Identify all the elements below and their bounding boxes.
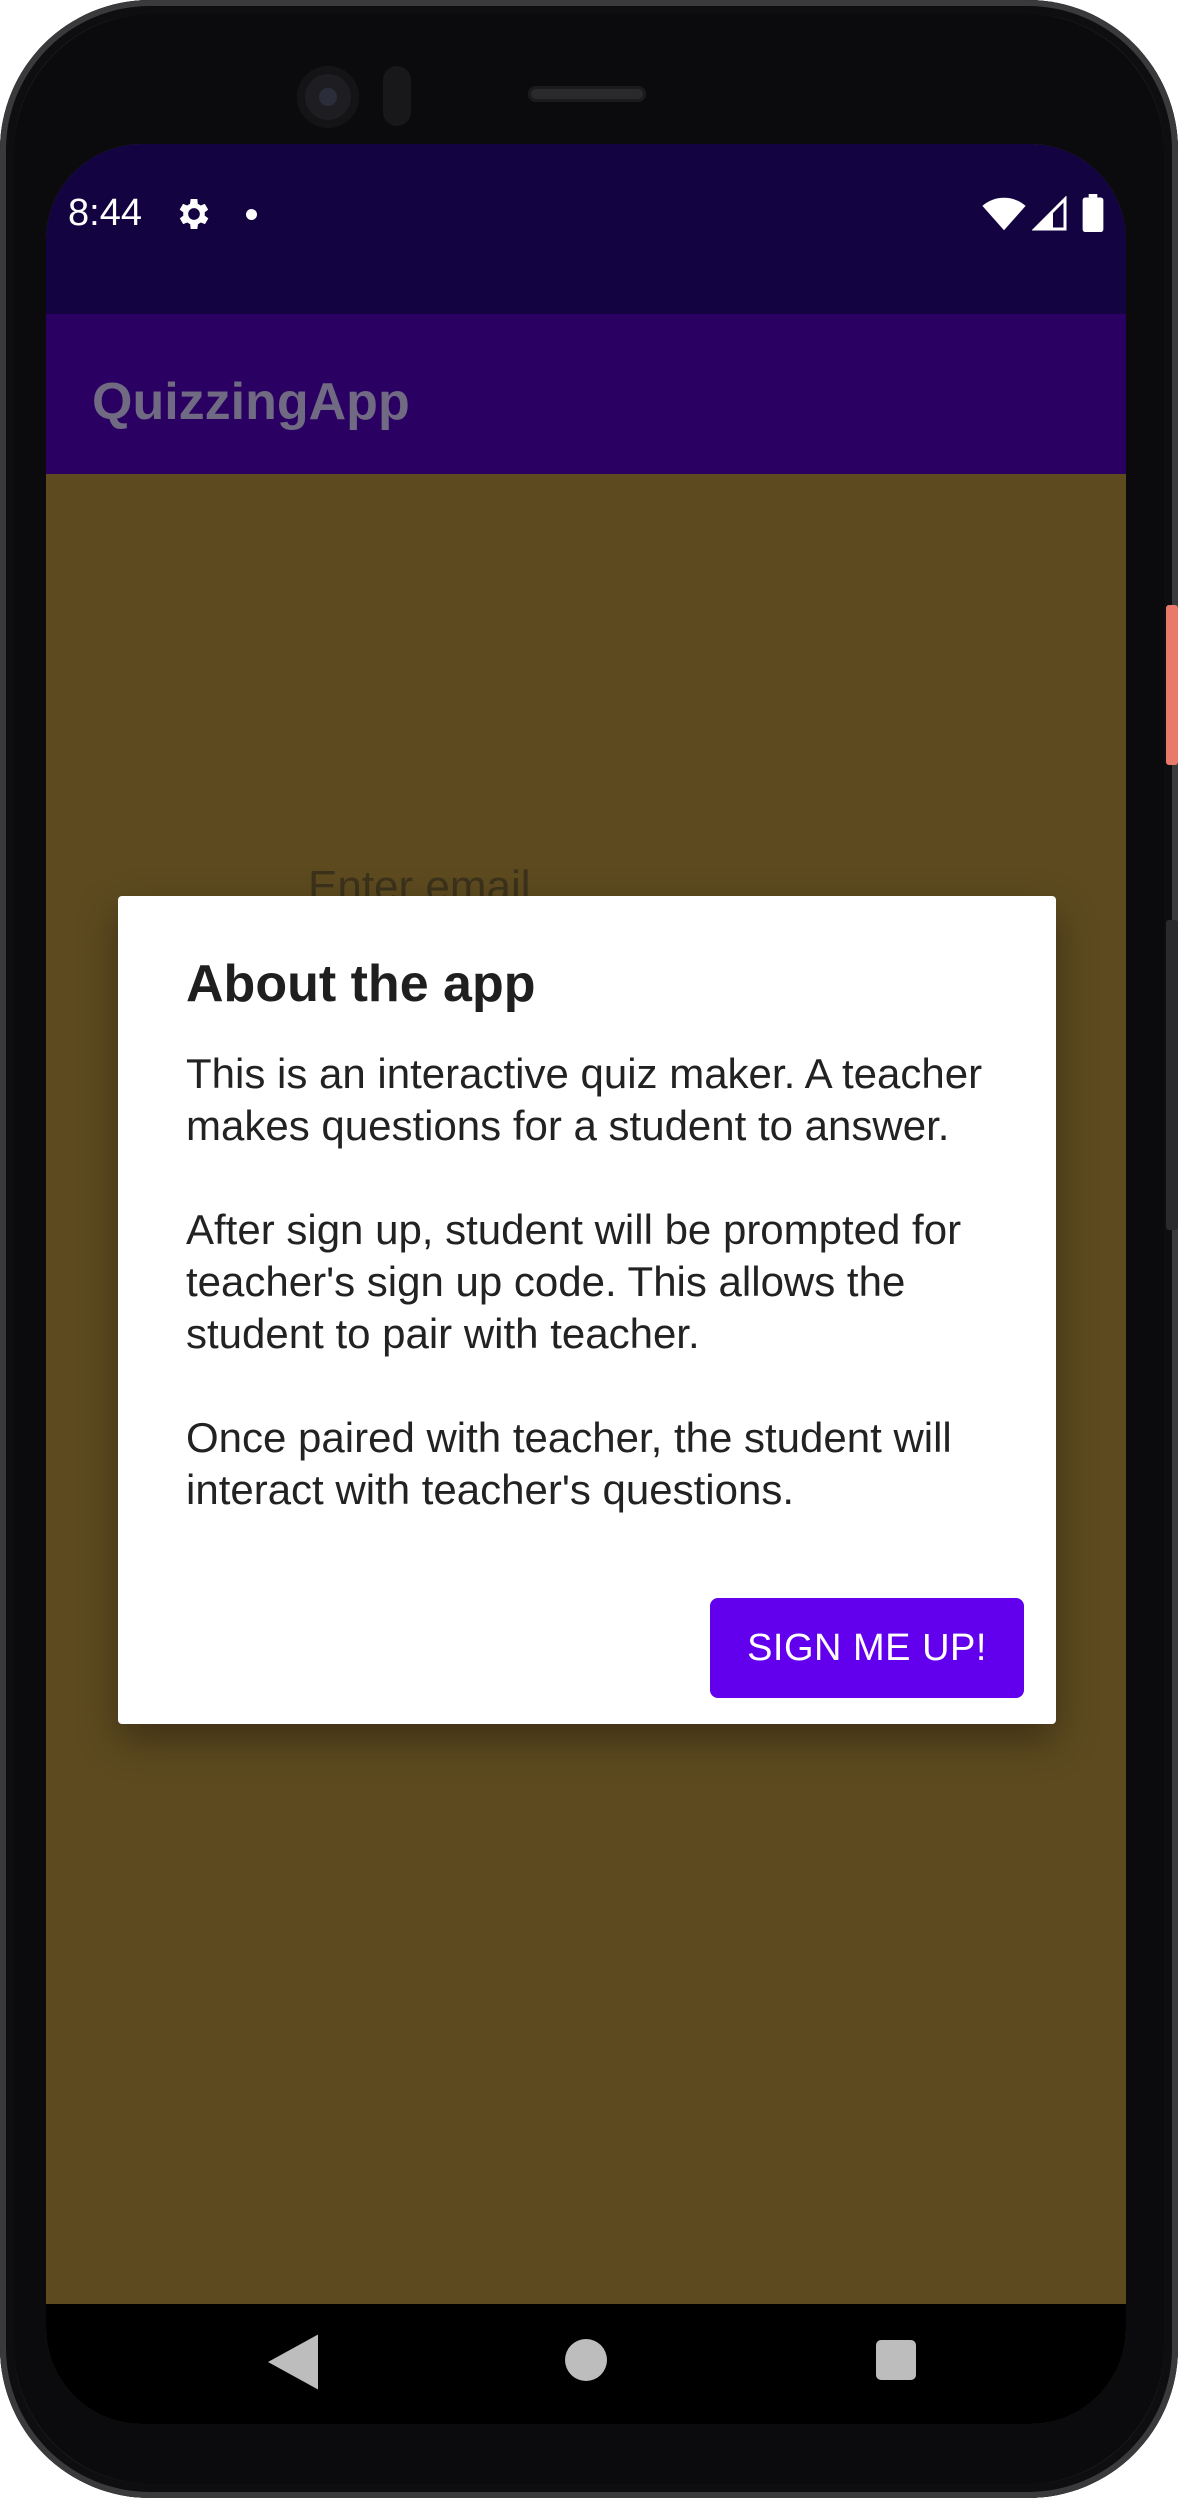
app-title: QuizzingApp bbox=[92, 373, 410, 431]
app-bar: QuizzingApp bbox=[46, 314, 1126, 474]
volume-button[interactable] bbox=[1166, 920, 1178, 1230]
status-bar: 8:44 bbox=[46, 144, 1126, 314]
sign-me-up-button[interactable]: SIGN ME UP! bbox=[710, 1598, 1024, 1698]
front-camera bbox=[297, 66, 359, 128]
back-icon[interactable] bbox=[268, 2334, 318, 2390]
dialog-message: This is an interactive quiz maker. A tea… bbox=[186, 1050, 983, 1513]
about-dialog: About the app This is an interactive qui… bbox=[118, 896, 1056, 1724]
screen: 8:44 QuizzingApp Enter email About the a… bbox=[46, 144, 1126, 2424]
recents-icon[interactable] bbox=[876, 2340, 916, 2380]
wifi-icon bbox=[982, 197, 1026, 231]
dialog-title: About the app bbox=[186, 955, 536, 1013]
navigation-bar bbox=[46, 2304, 1126, 2424]
status-time: 8:44 bbox=[68, 192, 142, 234]
home-icon[interactable] bbox=[565, 2339, 607, 2381]
power-button[interactable] bbox=[1166, 605, 1178, 765]
phone-frame: 8:44 QuizzingApp Enter email About the a… bbox=[0, 0, 1178, 2498]
battery-icon bbox=[1082, 194, 1104, 232]
gear-icon bbox=[179, 199, 209, 229]
signal-icon bbox=[1032, 196, 1067, 231]
notification-dot-icon bbox=[246, 209, 257, 220]
earpiece-speaker bbox=[528, 86, 646, 102]
proximity-sensor bbox=[383, 66, 411, 126]
